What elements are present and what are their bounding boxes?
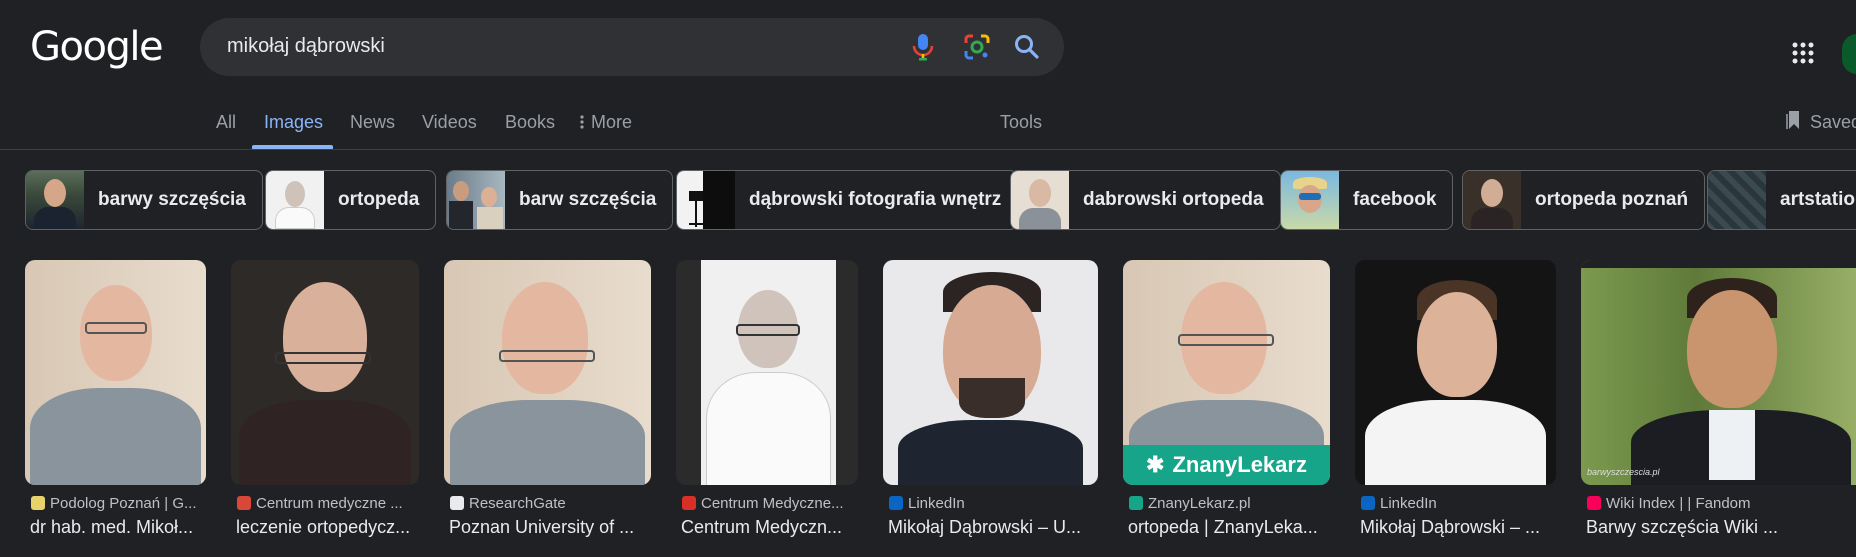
image-result[interactable]: ✱ ZnanyLekarz ZnanyLekarz.pl ortopeda | … <box>1123 260 1330 538</box>
mic-icon[interactable] <box>906 30 940 64</box>
saved-label: Saved <box>1810 112 1856 132</box>
result-source: ResearchGate <box>450 494 651 512</box>
result-thumbnail[interactable] <box>1355 260 1556 485</box>
header-divider <box>0 149 1856 150</box>
chip-dabrowski-fotografia[interactable]: dąbrowski fotografia wnętrz <box>676 170 1019 230</box>
chip-label: ortopeda <box>338 189 420 210</box>
favicon-icon <box>450 496 464 510</box>
chip-label: facebook <box>1353 189 1437 210</box>
image-result[interactable]: Centrum Medyczne... Centrum Medyczn... <box>676 260 858 538</box>
chip-dabrowski-ortopeda[interactable]: dabrowski ortopeda <box>1010 170 1281 230</box>
chip-thumbnail <box>1281 171 1339 229</box>
tab-more[interactable]: More <box>580 112 632 134</box>
result-thumbnail[interactable] <box>25 260 206 485</box>
favicon-icon <box>889 496 903 510</box>
result-source: Centrum Medyczne... <box>682 494 858 512</box>
badge-label: ZnanyLekarz <box>1172 452 1307 477</box>
favicon-icon <box>237 496 251 510</box>
chip-artstation[interactable]: artstation <box>1707 170 1856 230</box>
source-name: Centrum medyczne ... <box>256 494 403 512</box>
chip-label: dabrowski ortopeda <box>1083 189 1264 210</box>
tab-all[interactable]: All <box>216 112 236 133</box>
search-tabs: All Images News Videos Books More Tools <box>0 112 1856 152</box>
related-chips: barwy szczęścia ortopeda barw szczęścia … <box>0 170 1856 230</box>
chip-ortopeda-poznan[interactable]: ortopeda poznań <box>1462 170 1706 230</box>
bookmark-icon <box>1786 110 1802 135</box>
search-bar[interactable]: mikołaj dąbrowski <box>200 18 1064 76</box>
result-thumbnail[interactable]: ✱ ZnanyLekarz <box>1123 260 1330 485</box>
tab-books[interactable]: Books <box>505 112 555 133</box>
chip-label: ortopeda poznań <box>1535 189 1689 210</box>
result-source: LinkedIn <box>889 494 1098 512</box>
znanylekarz-logo-icon: ✱ <box>1146 452 1165 477</box>
result-title[interactable]: Mikołaj Dąbrowski – ... <box>1360 517 1556 538</box>
tab-more-label: More <box>591 112 633 132</box>
image-result[interactable]: Centrum medyczne ... leczenie ortopedycz… <box>231 260 419 538</box>
source-name: Centrum Medyczne... <box>701 494 844 512</box>
result-source: Podolog Poznań | G... <box>31 494 206 512</box>
search-icon[interactable] <box>1010 30 1044 64</box>
source-name: ZnanyLekarz.pl <box>1148 494 1251 512</box>
image-result[interactable]: LinkedIn Mikołaj Dąbrowski – ... <box>1355 260 1556 538</box>
result-thumbnail[interactable] <box>883 260 1098 485</box>
chip-label: barwy szczęścia <box>98 189 246 210</box>
favicon-icon <box>1129 496 1143 510</box>
chip-thumbnail <box>26 171 84 229</box>
source-name: LinkedIn <box>908 494 965 512</box>
result-source: Wiki Index | | Fandom <box>1587 494 1856 512</box>
result-thumbnail[interactable] <box>444 260 651 485</box>
tools-button[interactable]: Tools <box>1000 112 1042 133</box>
result-title[interactable]: Poznan University of ... <box>449 517 651 538</box>
saved-button[interactable]: Saved <box>1786 110 1856 135</box>
result-thumbnail[interactable]: barwyszczescia.pl <box>1581 260 1856 485</box>
chip-label: artstation <box>1780 189 1856 210</box>
chip-barwy-szczescia[interactable]: barwy szczęścia <box>25 170 263 230</box>
image-result[interactable]: LinkedIn Mikołaj Dąbrowski – U... <box>883 260 1098 538</box>
result-thumbnail[interactable] <box>676 260 858 485</box>
tab-images[interactable]: Images <box>264 112 323 133</box>
favicon-icon <box>1587 496 1601 510</box>
chip-thumbnail <box>266 171 324 229</box>
apps-grid-icon[interactable] <box>1792 42 1814 69</box>
chip-barw-szczescia[interactable]: barw szczęścia <box>446 170 674 230</box>
google-logo[interactable]: Google <box>30 24 164 70</box>
favicon-icon <box>1361 496 1375 510</box>
chip-label: barw szczęścia <box>519 189 657 210</box>
result-source: ZnanyLekarz.pl <box>1129 494 1330 512</box>
chip-ortopeda[interactable]: ortopeda <box>265 170 437 230</box>
chip-thumbnail <box>1463 171 1521 229</box>
favicon-icon <box>682 496 696 510</box>
chip-thumbnail <box>677 171 735 229</box>
image-result[interactable]: ResearchGate Poznan University of ... <box>444 260 651 538</box>
result-thumbnail[interactable] <box>231 260 419 485</box>
result-title[interactable]: leczenie ortopedycz... <box>236 517 419 538</box>
source-name: ResearchGate <box>469 494 566 512</box>
source-name: Wiki Index | | Fandom <box>1606 494 1751 512</box>
account-avatar[interactable] <box>1842 34 1856 74</box>
chip-facebook[interactable]: facebook <box>1280 170 1454 230</box>
watermark-text: barwyszczescia.pl <box>1587 467 1660 477</box>
favicon-icon <box>31 496 45 510</box>
result-title[interactable]: Barwy szczęścia Wiki ... <box>1586 517 1846 538</box>
result-title[interactable]: ortopeda | ZnanyLeka... <box>1128 517 1330 538</box>
znanylekarz-badge: ✱ ZnanyLekarz <box>1123 445 1330 485</box>
chip-thumbnail <box>1011 171 1069 229</box>
more-dots-icon <box>580 113 584 134</box>
source-name: LinkedIn <box>1380 494 1437 512</box>
image-result[interactable]: Podolog Poznań | G... dr hab. med. Mikoł… <box>25 260 206 538</box>
result-title[interactable]: dr hab. med. Mikoł... <box>30 517 206 538</box>
image-result[interactable]: barwyszczescia.pl Wiki Index | | Fandom … <box>1581 260 1856 538</box>
result-title[interactable]: Mikołaj Dąbrowski – U... <box>888 517 1098 538</box>
source-name: Podolog Poznań | G... <box>50 494 197 512</box>
result-source: Centrum medyczne ... <box>237 494 419 512</box>
tab-news[interactable]: News <box>350 112 395 133</box>
result-title[interactable]: Centrum Medyczn... <box>681 517 858 538</box>
google-lens-icon[interactable] <box>960 30 994 64</box>
chip-thumbnail <box>447 171 505 229</box>
chip-label: dąbrowski fotografia wnętrz <box>749 189 1002 210</box>
chip-thumbnail <box>1708 171 1766 229</box>
search-input[interactable]: mikołaj dąbrowski <box>227 35 385 58</box>
tab-videos[interactable]: Videos <box>422 112 477 133</box>
result-source: LinkedIn <box>1361 494 1556 512</box>
